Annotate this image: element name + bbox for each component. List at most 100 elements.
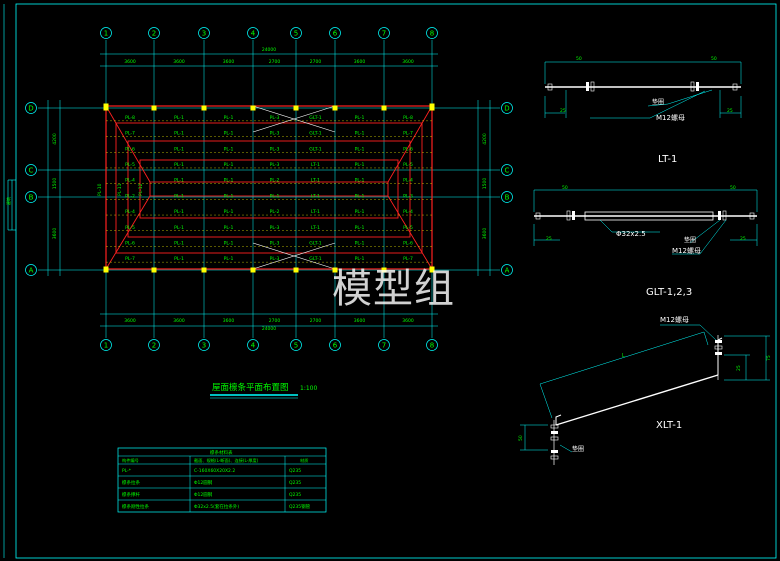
purlin-label: PL-1	[224, 178, 234, 184]
purlin-label: PL-1	[355, 146, 365, 152]
grid-label: 1	[104, 29, 108, 37]
plan-side-label-3: PL-12	[138, 183, 144, 196]
span-dimension: 3600	[223, 318, 235, 324]
grid-label: D	[504, 104, 509, 112]
glt-pipe-label: Φ32x2.5	[616, 230, 646, 238]
plan-scale: 1:100	[300, 385, 317, 392]
table-title: 檩条材料表	[210, 449, 233, 456]
span-dimension: 1500	[482, 178, 488, 190]
xlt1-length-label: L	[622, 353, 625, 359]
purlin-label: PL-3	[270, 225, 280, 231]
purlin-label: PL-5	[125, 162, 135, 168]
purlin-label: PL-1	[355, 178, 365, 184]
purlin-label: PL-3	[270, 256, 280, 262]
corner-marker	[103, 266, 109, 272]
grid-label: 6	[333, 29, 338, 37]
purlin-label: PL-4	[403, 209, 413, 215]
grid-label: 5	[294, 341, 298, 349]
detail-xlt1: M12螺母 L 75 25 50 垫圈 XLT-1	[518, 315, 772, 465]
purlin-label: PL-1	[224, 131, 234, 137]
table-header-spec: 截面、规格(L-断面)、连接(L-厚度)	[194, 457, 259, 464]
purlin-label: PL-1	[174, 193, 184, 199]
purlin-label: PL-4	[125, 209, 135, 215]
purlin-label: PL-5	[403, 162, 413, 168]
span-dimension: 3600	[402, 318, 414, 324]
purlin-label: PL-3	[270, 146, 280, 152]
plan-side-label-2: PL-11	[117, 183, 123, 196]
purlin-label: LT-1	[311, 178, 320, 184]
purlin-label: PL-3	[270, 115, 280, 121]
purlin-label: PL-1	[174, 131, 184, 137]
lt1-dim-right: 50	[711, 56, 717, 62]
lt1-dim-left: 50	[576, 56, 582, 62]
span-dimension: 2700	[269, 318, 281, 324]
purlin-label: PL-1	[224, 146, 234, 152]
glt-dim-left: 50	[562, 185, 568, 191]
purlin-label: PL-1	[224, 225, 234, 231]
purlin-label: GLT-1	[309, 146, 322, 152]
lt1-dim-height-right: 25	[727, 108, 733, 114]
column-marker	[250, 267, 256, 273]
table-cell: C-160X60X20X2.2	[194, 468, 235, 474]
glt-dim-height-left: 25	[546, 236, 552, 242]
purlin-label: PL-5	[403, 225, 413, 231]
grid-label: 8	[430, 29, 434, 37]
grid-label: 2	[152, 29, 156, 37]
total-dimension: 24000	[262, 47, 276, 53]
purlin-label: LT-1	[311, 193, 320, 199]
purlin-label: PL-1	[174, 178, 184, 184]
table-cell: PL-*	[122, 468, 132, 474]
purlin-label: PL-5	[125, 225, 135, 231]
purlin-label: PL-1	[224, 209, 234, 215]
span-dimension: 3600	[354, 318, 366, 324]
span-dimension: 3600	[173, 318, 185, 324]
purlin-label: PL-8	[403, 115, 413, 121]
purlin-label: PL-7	[125, 131, 135, 137]
span-dimension: 1500	[52, 178, 58, 190]
table-cell: Q235	[289, 480, 301, 486]
material-table: 檩条材料表 构件编号 截面、规格(L-断面)、连接(L-厚度) 材质 PL-* …	[117, 447, 327, 513]
column-marker	[381, 105, 387, 111]
grid-label: 7	[382, 341, 386, 349]
column-marker	[151, 105, 157, 111]
lt1-title: LT-1	[658, 154, 677, 165]
grid-label: 8	[430, 341, 434, 349]
purlin-label: PL-6	[125, 240, 135, 246]
purlin-label: PL-1	[224, 256, 234, 262]
grid-label: 5	[294, 29, 298, 37]
purlin-label: PL-8	[125, 115, 135, 121]
xlt1-nut-label: M12螺母	[660, 315, 689, 324]
purlin-label: PL-1	[355, 193, 365, 199]
grid-label: A	[505, 266, 510, 274]
grid-label: 3	[202, 29, 206, 37]
plan-side-label-1: PL-10	[97, 183, 103, 196]
column-marker	[332, 105, 338, 111]
purlin-label: PL-1	[174, 225, 184, 231]
purlin-label: PL-6	[403, 240, 413, 246]
purlin-label: PL-3	[270, 240, 280, 246]
grid-label: 7	[382, 29, 386, 37]
purlin-label: PL-1	[174, 256, 184, 262]
purlin-label: GLT-1	[309, 131, 322, 137]
purlin-labels: PL-8 PL-1 PL-1 PL-3 GLT-1 PL-1 PL-8 PL-7 PL-1 PL-…	[125, 115, 413, 262]
xlt1-dim-a: 75	[766, 355, 772, 361]
detail-glt: 50 50 25 25 Φ32x2.5 垫圈 M12螺母 GLT-1,2,3	[533, 185, 758, 298]
grid-label: 6	[333, 341, 338, 349]
purlin-label: PL-1	[224, 162, 234, 168]
grid-label: C	[505, 166, 510, 174]
glt-dim-right: 50	[730, 185, 736, 191]
span-dimension: 2700	[310, 59, 322, 65]
purlin-label: GLT-1	[309, 115, 322, 121]
purlin-label: PL-1	[174, 240, 184, 246]
grid-label: A	[29, 266, 34, 274]
table-row: 檩条拉条 Φ12圆钢 Q235	[122, 479, 301, 486]
purlin-label: PL-7	[125, 256, 135, 262]
span-dimension: 3600	[124, 59, 136, 65]
purlin-label: PL-1	[355, 162, 365, 168]
column-markers	[103, 103, 435, 273]
span-dimension: 3600	[482, 228, 488, 240]
span-dimension: 3600	[173, 59, 185, 65]
table-cell: 檩条刚性拉条	[122, 503, 149, 510]
purlin-label: PL-1	[355, 131, 365, 137]
glt-nut-label: M12螺母	[672, 246, 701, 255]
